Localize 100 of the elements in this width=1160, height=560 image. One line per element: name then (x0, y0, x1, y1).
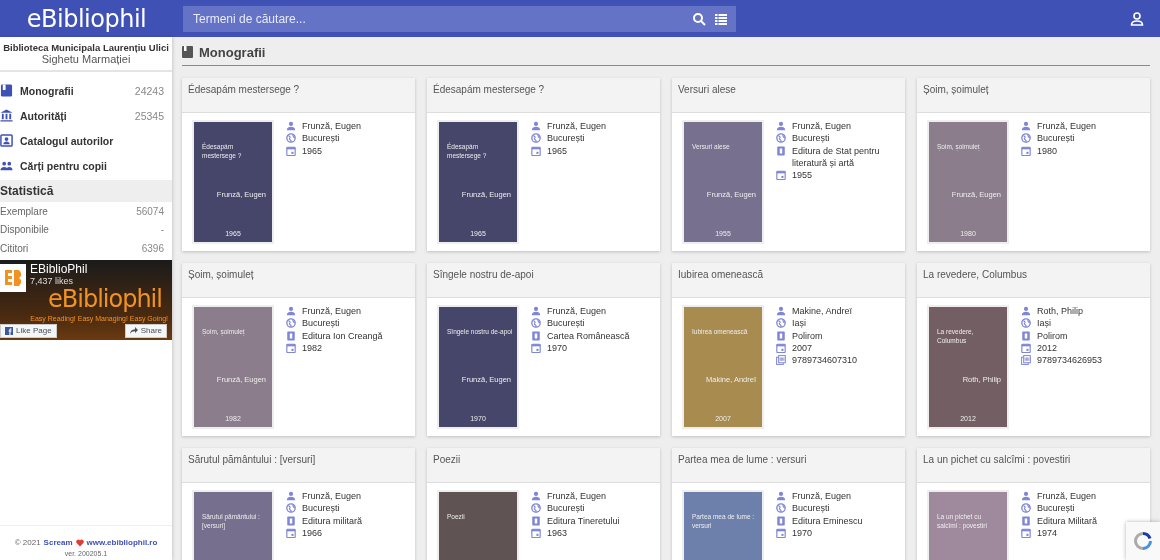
globe-icon (776, 318, 786, 329)
book-icon (286, 330, 296, 341)
year-text: 1965 (302, 144, 323, 157)
book-title[interactable]: La un pichet cu salcîmi : povestiri (917, 448, 1150, 483)
nav-item[interactable]: Catalogul autorilor (0, 128, 172, 153)
year-text: 1955 (792, 169, 813, 182)
isbn-text: 9789734626953 (1037, 354, 1103, 367)
book-icon (531, 515, 541, 526)
author-text: Frunză, Eugen (1037, 490, 1097, 503)
year-text: 1982 (302, 341, 323, 355)
site-logo[interactable]: eBibliophil (0, 4, 173, 33)
site-link[interactable]: www.ebibliophil.ro (86, 538, 158, 547)
publisher-text: Editura Militară (1037, 514, 1098, 527)
calendar-icon (776, 342, 786, 353)
book-icon (182, 46, 193, 58)
place-text: București (792, 132, 830, 145)
list-view-icon[interactable] (714, 11, 728, 26)
stat-label: Cititori (0, 242, 29, 254)
like-page-button[interactable]: Like Page (0, 323, 57, 338)
place-text: București (547, 132, 585, 145)
book-title[interactable]: Versuri alese (672, 78, 905, 113)
author-text: Frunză, Eugen (547, 305, 607, 318)
globe-icon (531, 133, 541, 144)
year-text: 1970 (547, 341, 568, 355)
book-icon (286, 515, 296, 526)
person-icon (286, 491, 296, 501)
place-text: Iași (1037, 317, 1051, 330)
author-text: Frunză, Eugen (547, 490, 607, 503)
book-title[interactable]: Partea mea de lume : versuri (672, 448, 905, 483)
calendar-icon (531, 527, 541, 538)
person-icon (531, 491, 541, 501)
globe-icon (286, 318, 296, 329)
book-title[interactable]: Sîngele nostru de-apoi (427, 263, 660, 298)
calendar-icon (776, 170, 786, 181)
people-icon (0, 159, 13, 172)
author-text: Frunză, Eugen (302, 490, 362, 503)
author-text: Roth, Philip (1037, 305, 1084, 318)
calendar-icon (286, 527, 296, 538)
copyright-text: © 2021 (14, 538, 41, 547)
stat-label: Exemplare (0, 205, 48, 217)
author-text: Frunză, Eugen (302, 305, 362, 318)
book-title[interactable]: Șoim, șoimuleț (917, 78, 1150, 113)
year-text: 1970 (792, 526, 813, 540)
nav-item[interactable]: Monografii 24243 (0, 78, 172, 103)
calendar-icon (286, 342, 296, 353)
globe-icon (531, 318, 541, 329)
nav-item[interactable]: Cărți pentru copii (0, 153, 172, 178)
user-icon[interactable] (1130, 11, 1144, 26)
book-icon (1021, 515, 1031, 526)
globe-icon (286, 133, 296, 144)
book-title[interactable]: Poezii (427, 448, 660, 483)
book-title[interactable]: Édesapám mestersege ? (182, 78, 415, 113)
bank-icon (0, 109, 13, 122)
book-icon (1021, 330, 1031, 341)
book-title[interactable]: Iubirea omenească (672, 263, 905, 298)
page-name[interactable]: EBiblioPhil (30, 261, 88, 276)
year-text: 1965 (547, 144, 568, 157)
book-title[interactable]: Sărutul pământului : [versuri] (182, 448, 415, 483)
calendar-icon (1021, 527, 1031, 538)
author-text: Frunză, Eugen (1037, 120, 1097, 133)
book-title[interactable]: Șoim, șoimuleț (182, 263, 415, 298)
heart-icon (75, 538, 84, 547)
publisher-text: Editura Tineretului (547, 514, 620, 527)
publisher-text: Polirom (792, 329, 823, 342)
nav-item[interactable]: Autorități 25345 (0, 103, 172, 128)
recaptcha-icon (1132, 530, 1154, 552)
person-icon (1021, 121, 1031, 131)
globe-icon (1021, 133, 1031, 144)
author-text: Frunză, Eugen (302, 120, 362, 133)
place-text: București (547, 502, 585, 515)
search-input[interactable]: Termeni de căutare... (191, 10, 684, 27)
library-city: Sighetu Marmației (40, 53, 132, 65)
search-icon[interactable] (692, 11, 706, 26)
globe-icon (531, 503, 541, 514)
person-icon (1021, 306, 1031, 316)
search-field[interactable]: Termeni de căutare... (183, 5, 736, 32)
place-text: București (302, 317, 340, 330)
calendar-icon (1021, 145, 1031, 156)
author-text: Makine, Andreï (792, 305, 853, 318)
author-link[interactable]: Scream (43, 538, 73, 547)
likes-count: 7,437 likes (30, 275, 74, 286)
author-text: Frunză, Eugen (792, 120, 852, 133)
book-icon (776, 515, 786, 526)
isbn-text: 9789734607310 (792, 354, 858, 367)
year-text: 1963 (547, 526, 568, 540)
contact-card-icon (0, 134, 13, 147)
book-title[interactable]: Édesapám mestersege ? (427, 78, 660, 113)
calendar-icon (286, 145, 296, 156)
globe-icon (286, 503, 296, 514)
place-text: București (1037, 132, 1075, 145)
book-title[interactable]: La revedere, Columbus (917, 263, 1150, 298)
library-name: Biblioteca Municipala Laurențiu Ulici (2, 42, 170, 53)
share-button[interactable]: Share (124, 323, 167, 338)
year-text: 1974 (1037, 526, 1058, 540)
calendar-icon (776, 527, 786, 538)
publisher-text: Editura de Stat pentru literatură și artă (792, 144, 881, 170)
place-text: București (792, 502, 830, 515)
publisher-text: Cartea Românească (547, 329, 630, 342)
section-title: Monografii (199, 44, 266, 60)
person-icon (286, 121, 296, 131)
